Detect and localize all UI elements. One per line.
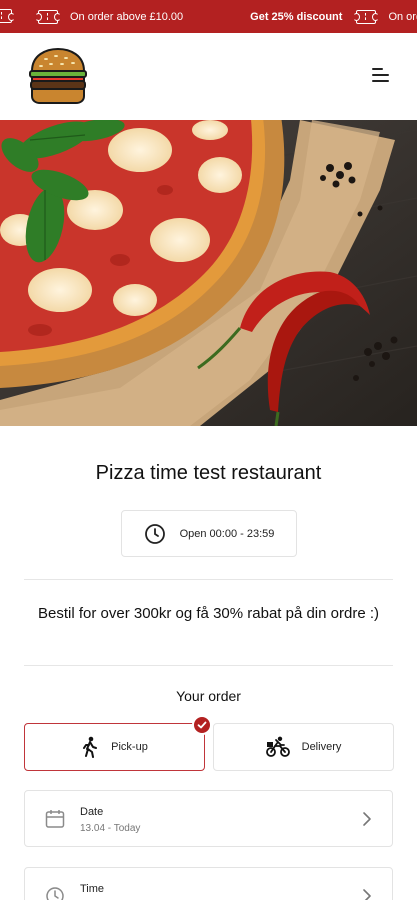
clock-icon [144, 523, 165, 544]
date-value: 13.04 - Today [80, 823, 141, 834]
date-selector[interactable]: Date 13.04 - Today [24, 790, 393, 847]
divider [24, 665, 393, 666]
clock-icon [46, 887, 64, 900]
ticket-icon [0, 9, 24, 23]
opening-hours-text: Open 00:00 - 23:59 [179, 527, 275, 540]
promo-message: Bestil for over 300kr og få 30% rabat på… [37, 605, 379, 622]
your-order-heading: Your order [176, 688, 241, 704]
chevron-right-icon [363, 889, 371, 900]
promo-track: On order above £10.00 Get 25% discount O… [0, 0, 417, 33]
hero-image [0, 120, 417, 426]
chevron-right-icon [363, 812, 371, 826]
pizza-photo [0, 120, 417, 426]
pickup-label: Pick-up [111, 741, 148, 753]
promo-item-text: On order above £10.00 [70, 10, 184, 23]
delivery-option[interactable]: Delivery [213, 723, 394, 771]
divider [24, 579, 393, 580]
promo-item: On order above £10.00 [35, 9, 184, 24]
ticket-icon [35, 9, 61, 24]
header [0, 33, 417, 120]
promo-item: On orde [353, 9, 417, 24]
time-label: Time [80, 883, 105, 895]
promo-item-text: On orde [388, 10, 417, 23]
calendar-icon [45, 810, 65, 828]
promo-banner: On order above £10.00 Get 25% discount O… [0, 0, 417, 33]
restaurant-name: Pizza time test restaurant [95, 462, 322, 484]
time-selector[interactable]: Time [24, 867, 393, 900]
hamburger-menu-icon[interactable] [364, 63, 392, 89]
bicycle-courier-icon [265, 736, 290, 757]
date-label: Date [80, 806, 104, 818]
walking-person-icon [83, 736, 98, 758]
promo-item-text: Get 25% discount [250, 10, 343, 23]
ticket-icon [353, 9, 380, 24]
pickup-option[interactable]: Pick-up [24, 715, 212, 771]
delivery-label: Delivery [301, 741, 342, 753]
promo-item: Get 25% discount [250, 11, 342, 23]
burger-logo[interactable] [28, 47, 88, 105]
selected-check-icon [192, 715, 212, 735]
opening-hours-badge: Open 00:00 - 23:59 [121, 510, 297, 557]
